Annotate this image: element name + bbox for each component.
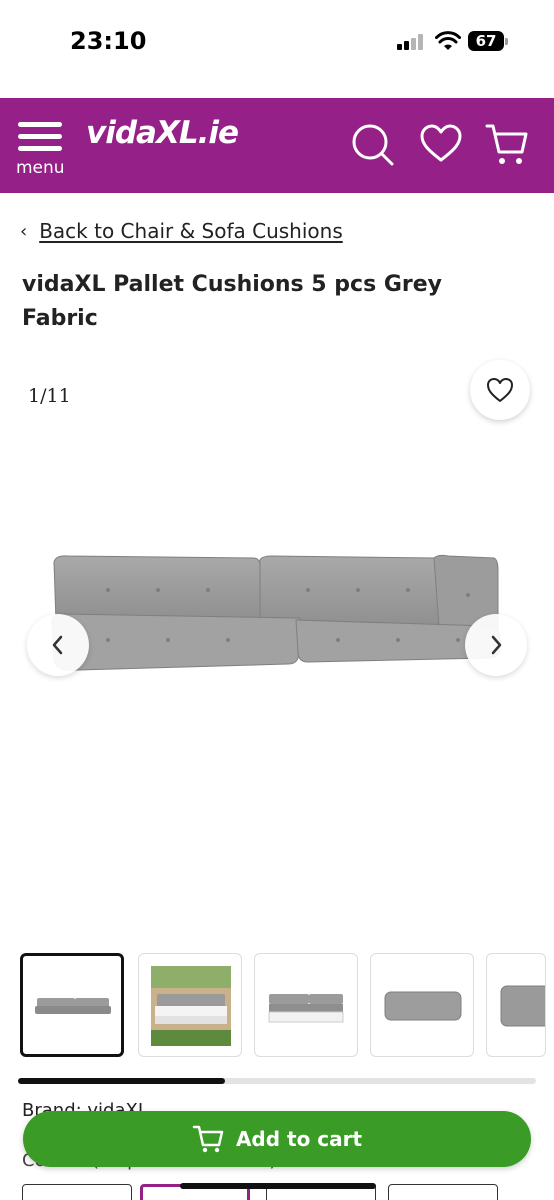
thumbnail-cushions-image <box>35 998 111 1014</box>
previous-image-button[interactable] <box>27 614 89 676</box>
breadcrumb: ‹ Back to Chair & Sofa Cushions <box>20 219 343 243</box>
scrollbar-thumb[interactable] <box>18 1078 226 1084</box>
chevron-left-icon <box>52 635 63 655</box>
add-to-cart-button[interactable]: Add to cart <box>23 1111 531 1167</box>
chevron-right-icon <box>491 635 502 655</box>
status-time: 23:10 <box>70 27 147 55</box>
battery-icon: 67 <box>468 31 508 51</box>
status-bar: 23:10 67 <box>0 0 554 98</box>
thumbnail-single-cushion-image <box>384 991 462 1021</box>
site-logo[interactable]: vidaXL.ie <box>86 115 239 151</box>
colour-option[interactable] <box>22 1184 132 1200</box>
add-to-cart-label: Add to cart <box>235 1127 363 1151</box>
product-main-image[interactable] <box>48 390 508 850</box>
cart-icon[interactable] <box>484 122 530 168</box>
cellular-signal-icon <box>397 34 425 50</box>
thumbnail-cushion-detail-image <box>500 985 545 1027</box>
wifi-icon <box>435 31 461 50</box>
menu-button[interactable]: menu <box>16 122 66 182</box>
heart-icon[interactable] <box>418 122 464 168</box>
colour-option[interactable] <box>388 1184 498 1200</box>
thumbnail-5[interactable] <box>486 953 546 1057</box>
thumbnail-garden-image <box>151 966 231 1046</box>
battery-level: 67 <box>468 31 504 51</box>
heart-outline-icon <box>487 378 513 402</box>
home-indicator <box>180 1183 376 1189</box>
cart-icon <box>192 1125 224 1153</box>
search-icon[interactable] <box>350 122 396 168</box>
thumbnail-4[interactable] <box>370 953 474 1057</box>
thumbnail-white-pallet-image <box>268 994 344 1023</box>
chevron-left-icon: ‹ <box>20 220 28 242</box>
breadcrumb-back-link[interactable]: Back to Chair & Sofa Cushions <box>39 219 343 243</box>
menu-label: menu <box>16 158 65 178</box>
thumbnail-1[interactable] <box>20 953 124 1057</box>
site-header: menu <box>0 98 554 193</box>
add-to-wishlist-button[interactable] <box>470 360 530 420</box>
thumbnail-3[interactable] <box>254 953 358 1057</box>
product-title: vidaXL Pallet Cushions 5 pcs Grey Fabric <box>22 272 442 331</box>
next-image-button[interactable] <box>465 614 527 676</box>
thumbnail-2[interactable] <box>138 953 242 1057</box>
thumbnail-scrollbar[interactable] <box>18 1078 536 1084</box>
